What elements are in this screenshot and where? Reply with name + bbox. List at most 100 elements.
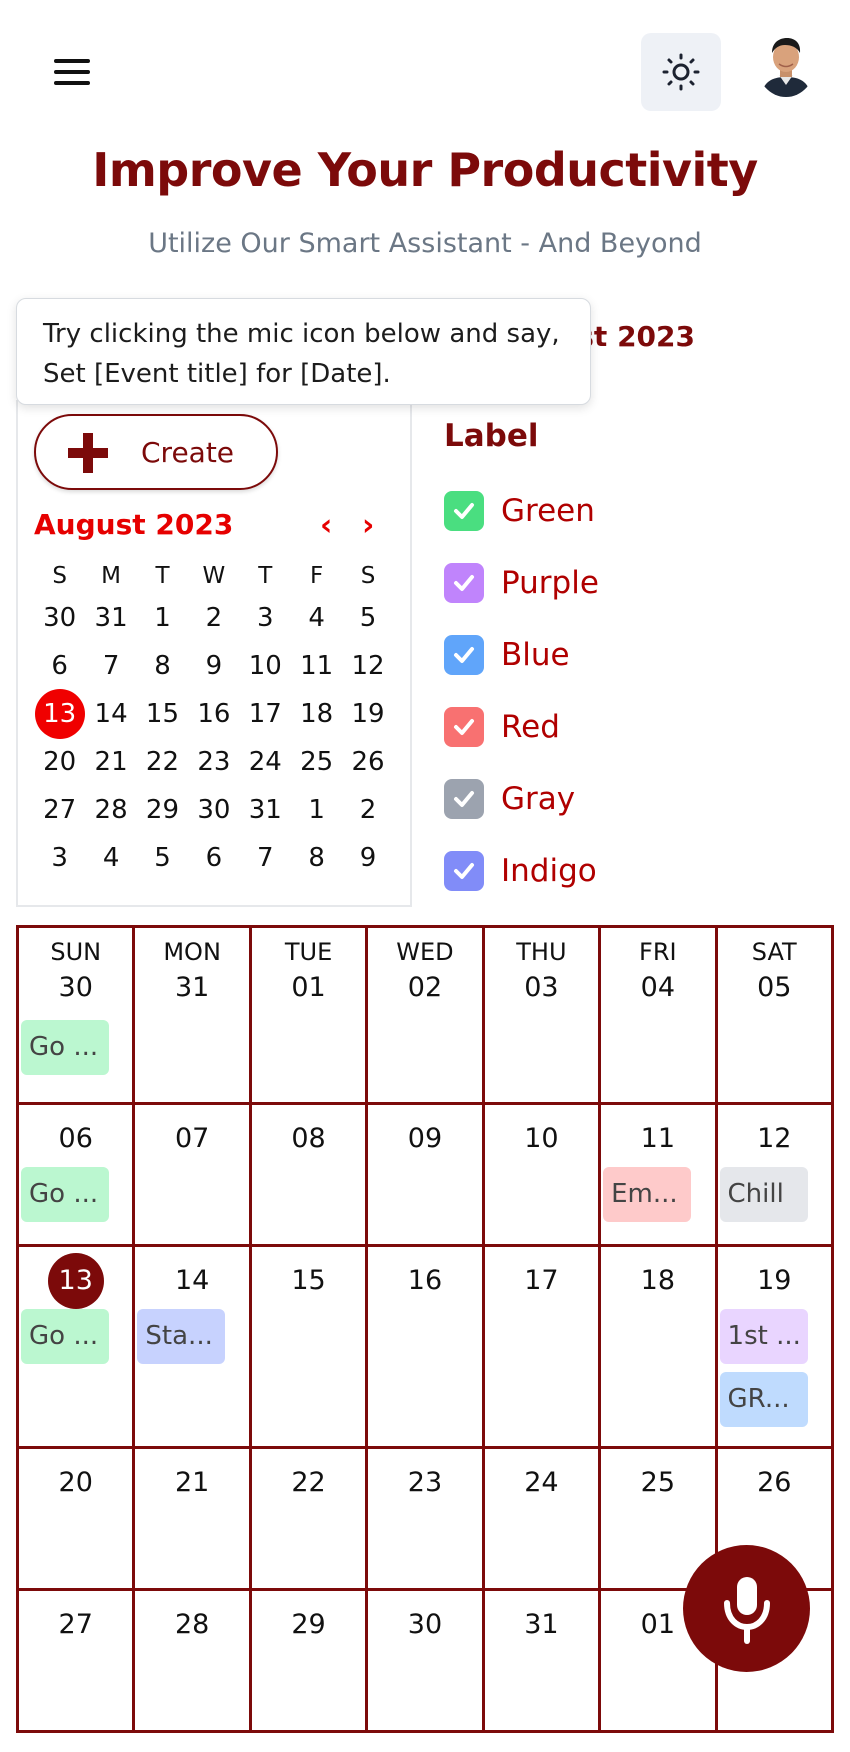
mini-calendar-day[interactable]: 2 — [188, 594, 239, 642]
calendar-day-cell[interactable]: 09 — [368, 1105, 485, 1244]
mini-calendar-day[interactable]: 29 — [137, 786, 188, 834]
calendar-day-cell[interactable]: 10 — [485, 1105, 602, 1244]
mini-calendar-day[interactable]: 13 — [34, 689, 85, 739]
label-filter-green[interactable]: Green — [444, 490, 595, 532]
calendar-day-cell[interactable]: 14 Sta... — [135, 1247, 252, 1446]
calendar-day-cell[interactable]: FRI 04 — [601, 928, 718, 1102]
event-chip[interactable]: Go ... — [21, 1167, 109, 1222]
checkbox-checked-icon[interactable] — [444, 563, 484, 603]
mini-calendar-day[interactable]: 3 — [34, 834, 85, 882]
mini-calendar-day[interactable]: 22 — [137, 738, 188, 786]
mini-calendar-day[interactable]: 8 — [137, 642, 188, 690]
calendar-day-cell[interactable]: 27 — [19, 1591, 136, 1730]
calendar-day-cell[interactable]: 16 — [368, 1247, 485, 1446]
mini-calendar-day[interactable]: 26 — [342, 738, 393, 786]
mini-calendar-day[interactable]: 3 — [240, 594, 291, 642]
calendar-day-cell[interactable]: 12 Chill — [718, 1105, 834, 1244]
mini-calendar-day[interactable]: 12 — [342, 642, 393, 690]
calendar-day-cell[interactable]: 18 — [601, 1247, 718, 1446]
mini-calendar-day[interactable]: 2 — [342, 786, 393, 834]
mini-calendar-day[interactable]: 6 — [188, 834, 239, 882]
calendar-day-cell[interactable]: 30 — [368, 1591, 485, 1730]
calendar-day-cell[interactable]: 11 Em... — [601, 1105, 718, 1244]
mini-calendar-day[interactable]: 16 — [188, 690, 239, 738]
mini-calendar-day[interactable]: 1 — [291, 786, 342, 834]
event-chip[interactable]: 1st ... — [719, 1309, 808, 1364]
label-filter-gray[interactable]: Gray — [444, 778, 575, 820]
calendar-day-cell[interactable]: 23 — [368, 1449, 485, 1588]
calendar-day-cell[interactable]: 21 — [135, 1449, 252, 1588]
mini-calendar-day[interactable]: 19 — [342, 690, 393, 738]
event-chip[interactable]: Sta... — [137, 1309, 226, 1364]
mini-calendar-day[interactable]: 5 — [342, 594, 393, 642]
calendar-day-cell[interactable]: 15 — [252, 1247, 369, 1446]
checkbox-checked-icon[interactable] — [444, 635, 484, 675]
mini-calendar-day[interactable]: 14 — [85, 690, 136, 738]
label-filter-purple[interactable]: Purple — [444, 562, 599, 604]
calendar-day-cell[interactable]: 24 — [485, 1449, 602, 1588]
calendar-day-cell[interactable]: WED 02 — [368, 928, 485, 1102]
checkbox-checked-icon[interactable] — [444, 707, 484, 747]
calendar-day-cell[interactable]: MON 31 — [135, 928, 252, 1102]
checkbox-checked-icon[interactable] — [444, 491, 484, 531]
mini-calendar-day[interactable]: 6 — [34, 642, 85, 690]
mini-calendar-day[interactable]: 9 — [188, 642, 239, 690]
calendar-day-cell[interactable]: SUN 30 Go ... — [19, 928, 136, 1102]
mini-calendar-day[interactable]: 31 — [240, 786, 291, 834]
chevron-left-icon[interactable]: ‹ — [320, 508, 332, 543]
event-chip[interactable]: Go ... — [21, 1020, 109, 1075]
event-chip[interactable]: GR... — [719, 1372, 808, 1427]
mini-calendar-day[interactable]: 30 — [34, 594, 85, 642]
event-chip[interactable]: Chill — [719, 1167, 808, 1222]
checkbox-checked-icon[interactable] — [444, 851, 484, 891]
chevron-right-icon[interactable]: › — [362, 508, 374, 543]
label-filter-indigo[interactable]: Indigo — [444, 850, 597, 892]
calendar-day-cell[interactable]: 19 1st ... GR... — [718, 1247, 834, 1446]
mini-calendar-day[interactable]: 28 — [85, 786, 136, 834]
event-chip[interactable]: Go ... — [21, 1309, 109, 1364]
calendar-day-cell[interactable]: 06 Go ... — [19, 1105, 136, 1244]
hamburger-menu-icon[interactable] — [54, 56, 90, 86]
mic-button[interactable] — [683, 1545, 810, 1672]
mini-calendar-day[interactable]: 17 — [240, 690, 291, 738]
calendar-day-cell[interactable]: 29 — [252, 1591, 369, 1730]
mini-calendar-day[interactable]: 4 — [291, 594, 342, 642]
mini-calendar-day[interactable]: 20 — [34, 738, 85, 786]
mini-calendar-day[interactable]: 7 — [240, 834, 291, 882]
mini-calendar-day[interactable]: 21 — [85, 738, 136, 786]
mini-calendar-day[interactable]: 30 — [188, 786, 239, 834]
mini-calendar-day[interactable]: 24 — [240, 738, 291, 786]
label-filter-blue[interactable]: Blue — [444, 634, 570, 676]
create-event-button[interactable]: Create — [34, 414, 278, 490]
event-chip[interactable]: Em... — [603, 1167, 692, 1222]
mini-calendar-day[interactable]: 18 — [291, 690, 342, 738]
mini-calendar-day[interactable]: 23 — [188, 738, 239, 786]
mini-calendar-day[interactable]: 25 — [291, 738, 342, 786]
calendar-day-cell[interactable]: 08 — [252, 1105, 369, 1244]
calendar-day-cell[interactable]: 07 — [135, 1105, 252, 1244]
mini-calendar-day[interactable]: 9 — [342, 834, 393, 882]
calendar-day-cell[interactable]: 31 — [485, 1591, 602, 1730]
user-avatar[interactable] — [757, 33, 815, 97]
calendar-day-cell[interactable]: 17 — [485, 1247, 602, 1446]
mini-calendar-day[interactable]: 15 — [137, 690, 188, 738]
mini-calendar-day[interactable]: 7 — [85, 642, 136, 690]
mini-calendar-day[interactable]: 27 — [34, 786, 85, 834]
calendar-day-cell[interactable]: SAT 05 — [718, 928, 834, 1102]
mini-calendar-day[interactable]: 1 — [137, 594, 188, 642]
calendar-day-cell[interactable]: 28 — [135, 1591, 252, 1730]
theme-toggle-button[interactable] — [641, 33, 721, 111]
mini-calendar-day[interactable]: 31 — [85, 594, 136, 642]
checkbox-checked-icon[interactable] — [444, 779, 484, 819]
calendar-day-cell[interactable]: 22 — [252, 1449, 369, 1588]
mini-calendar-day[interactable]: 4 — [85, 834, 136, 882]
mini-calendar-day[interactable]: 10 — [240, 642, 291, 690]
calendar-day-cell[interactable]: 20 — [19, 1449, 136, 1588]
mini-calendar-day[interactable]: 8 — [291, 834, 342, 882]
calendar-day-cell[interactable]: 13 Go ... — [19, 1247, 136, 1446]
calendar-day-cell[interactable]: THU 03 — [485, 928, 602, 1102]
mini-calendar-day[interactable]: 11 — [291, 642, 342, 690]
mini-calendar-day[interactable]: 5 — [137, 834, 188, 882]
calendar-day-cell[interactable]: TUE 01 — [252, 928, 369, 1102]
label-filter-red[interactable]: Red — [444, 706, 560, 748]
